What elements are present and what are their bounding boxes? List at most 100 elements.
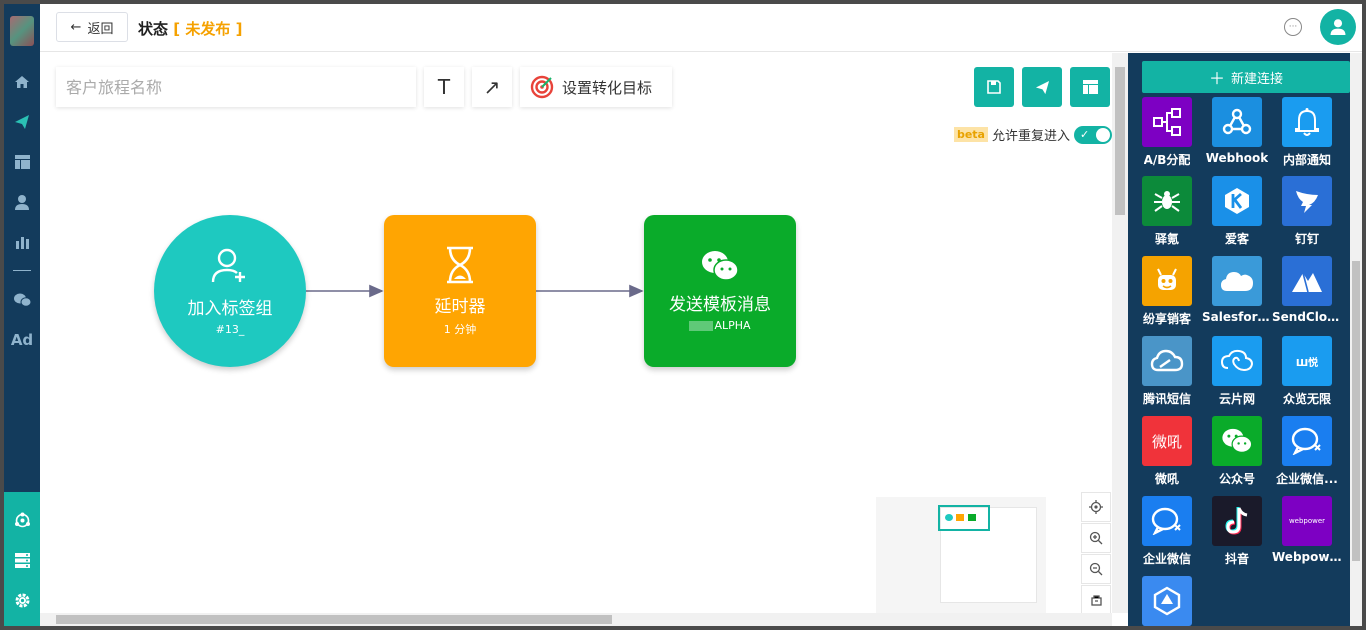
connector-yunpian[interactable]: 云片网 xyxy=(1202,336,1272,416)
connector-hexagon[interactable] xyxy=(1132,576,1202,626)
connector-webpower[interactable]: webpower Webpower xyxy=(1272,496,1342,576)
minimap[interactable] xyxy=(876,497,1046,615)
back-button[interactable]: ← 返回 xyxy=(56,12,128,42)
top-header: ← 返回 状态 [ 未发布 ] ··· xyxy=(40,4,1362,52)
zoom-out-button[interactable] xyxy=(1081,554,1111,584)
connector-aike[interactable]: 爱客 xyxy=(1202,176,1272,256)
minimap-viewport[interactable] xyxy=(938,505,990,531)
connector-internal-notify[interactable]: 内部通知 xyxy=(1272,97,1342,177)
tiktok-icon xyxy=(1212,496,1262,546)
cloud-icon xyxy=(1212,256,1262,306)
node-title: 加入标签组 xyxy=(187,299,273,319)
connector-label: 爱客 xyxy=(1224,232,1249,246)
status-value-text: 未发布 xyxy=(185,20,231,38)
connector-webhook[interactable]: Webhook xyxy=(1202,97,1272,177)
hourglass-icon xyxy=(447,246,473,283)
connector-label: 微吼 xyxy=(1154,472,1179,486)
gear-icon[interactable] xyxy=(4,586,40,614)
connector-panel: ＋ 新建连接 A/B分配 Webhook 内部通知 驿氪 爱客 钉钉 纷享销客 … xyxy=(1128,53,1362,626)
chat-icon[interactable]: ··· xyxy=(1284,18,1302,36)
connector-douyin[interactable]: 抖音 xyxy=(1202,496,1272,576)
connector-label: 众览无限 xyxy=(1282,392,1331,406)
scroll-thumb[interactable] xyxy=(1115,67,1125,215)
connector-wework-1[interactable]: 企业微信... xyxy=(1272,416,1342,496)
journey-canvas[interactable]: T ↗ 设置转化目标 beta 允许重复进入 ✓ xyxy=(40,53,1112,615)
nav-divider xyxy=(13,270,31,271)
wework-icon xyxy=(1282,416,1332,466)
status-indicator: 状态 [ 未发布 ] xyxy=(138,18,242,39)
bar-chart-icon[interactable] xyxy=(4,228,40,256)
nav-bottom-group xyxy=(4,492,40,626)
connector-label: 纷享销客 xyxy=(1142,312,1191,326)
brand-logo xyxy=(10,16,34,46)
connector-zhonglan[interactable]: Ш悦 众览无限 xyxy=(1272,336,1342,416)
connector-label: 腾讯短信 xyxy=(1142,392,1191,406)
node-title: 延时器 xyxy=(434,296,486,317)
zoom-in-button[interactable] xyxy=(1081,523,1111,553)
fxiaoke-icon xyxy=(1142,256,1192,306)
connector-label: 驿氪 xyxy=(1154,232,1179,246)
connector-label: A/B分配 xyxy=(1143,153,1191,167)
wechat-nav-icon[interactable] xyxy=(4,286,40,314)
server-icon[interactable] xyxy=(4,546,40,574)
avatar[interactable] xyxy=(1320,9,1356,45)
connector-label: 企业微信... xyxy=(1276,472,1338,486)
wechat-icon xyxy=(702,251,739,281)
user-add-icon xyxy=(211,248,245,283)
connector-label: 钉钉 xyxy=(1294,232,1319,246)
connector-vhall[interactable]: 微吼 微吼 xyxy=(1132,416,1202,496)
node-subtitle: #13_ xyxy=(215,323,245,336)
tencent-cloud-icon xyxy=(1142,336,1192,386)
canvas-vertical-scrollbar[interactable] xyxy=(1112,53,1128,613)
connector-tencent-sms[interactable]: 腾讯短信 xyxy=(1132,336,1202,416)
connector-wechat-official[interactable]: 公众号 xyxy=(1202,416,1272,496)
back-label: 返回 xyxy=(87,21,114,37)
hexagon-icon xyxy=(1142,576,1192,626)
dingtalk-icon xyxy=(1282,176,1332,226)
zhonglan-icon: Ш悦 xyxy=(1282,336,1332,386)
connector-ab-split[interactable]: A/B分配 xyxy=(1132,97,1202,177)
connector-yike[interactable]: 驿氪 xyxy=(1132,176,1202,256)
wework-icon xyxy=(1142,496,1192,546)
node-subtitle: 1 分钟 xyxy=(443,322,477,336)
canvas-horizontal-scrollbar[interactable] xyxy=(40,613,1112,626)
spider-icon xyxy=(1142,176,1192,226)
connector-sendcloud[interactable]: SendCloud xyxy=(1272,256,1342,336)
fit-view-button[interactable] xyxy=(1081,585,1111,615)
connector-label: SendCloud xyxy=(1272,310,1342,324)
connector-label: 公众号 xyxy=(1218,472,1255,486)
connector-salesforce[interactable]: Salesforce xyxy=(1202,256,1272,336)
new-connection-label: 新建连接 xyxy=(1231,71,1284,87)
home-icon[interactable] xyxy=(4,68,40,96)
send-icon[interactable] xyxy=(4,108,40,136)
network-icon[interactable] xyxy=(4,506,40,534)
fit-icon xyxy=(1090,594,1102,606)
ad-icon[interactable]: Ad xyxy=(4,326,40,354)
layout-icon[interactable] xyxy=(4,148,40,176)
user-icon[interactable] xyxy=(4,188,40,216)
scroll-thumb[interactable] xyxy=(56,615,612,624)
webpower-icon: webpower xyxy=(1282,496,1332,546)
scroll-thumb[interactable] xyxy=(1352,261,1360,561)
zoom-out-icon xyxy=(1089,562,1103,576)
zoom-in-icon xyxy=(1089,531,1103,545)
status-value: [ 未发布 ] xyxy=(173,20,243,38)
minimap-node xyxy=(956,514,964,521)
connector-fxiaoke[interactable]: 纷享销客 xyxy=(1132,256,1202,336)
node-send-template-message[interactable]: 发送模板消息 ALPHA xyxy=(644,215,796,367)
yunpian-icon xyxy=(1212,336,1262,386)
aike-icon xyxy=(1212,176,1262,226)
node-delay[interactable]: 延时器 1 分钟 xyxy=(384,215,536,367)
connector-wework-2[interactable]: 企业微信 xyxy=(1132,496,1202,576)
vhall-icon: 微吼 xyxy=(1142,416,1192,466)
connector-label: Webpower xyxy=(1272,550,1342,564)
arrow-left-icon: ← xyxy=(70,19,82,35)
node-subtitle: ALPHA xyxy=(689,319,751,332)
locate-button[interactable] xyxy=(1081,492,1111,522)
new-connection-button[interactable]: ＋ 新建连接 xyxy=(1142,61,1350,93)
connector-dingtalk[interactable]: 钉钉 xyxy=(1272,176,1342,256)
node-add-tag-group[interactable]: 加入标签组 #13_ xyxy=(154,215,306,367)
node-subtitle-text: ALPHA xyxy=(714,319,751,332)
connector-label: 云片网 xyxy=(1218,392,1255,406)
panel-scrollbar[interactable] xyxy=(1350,53,1362,626)
